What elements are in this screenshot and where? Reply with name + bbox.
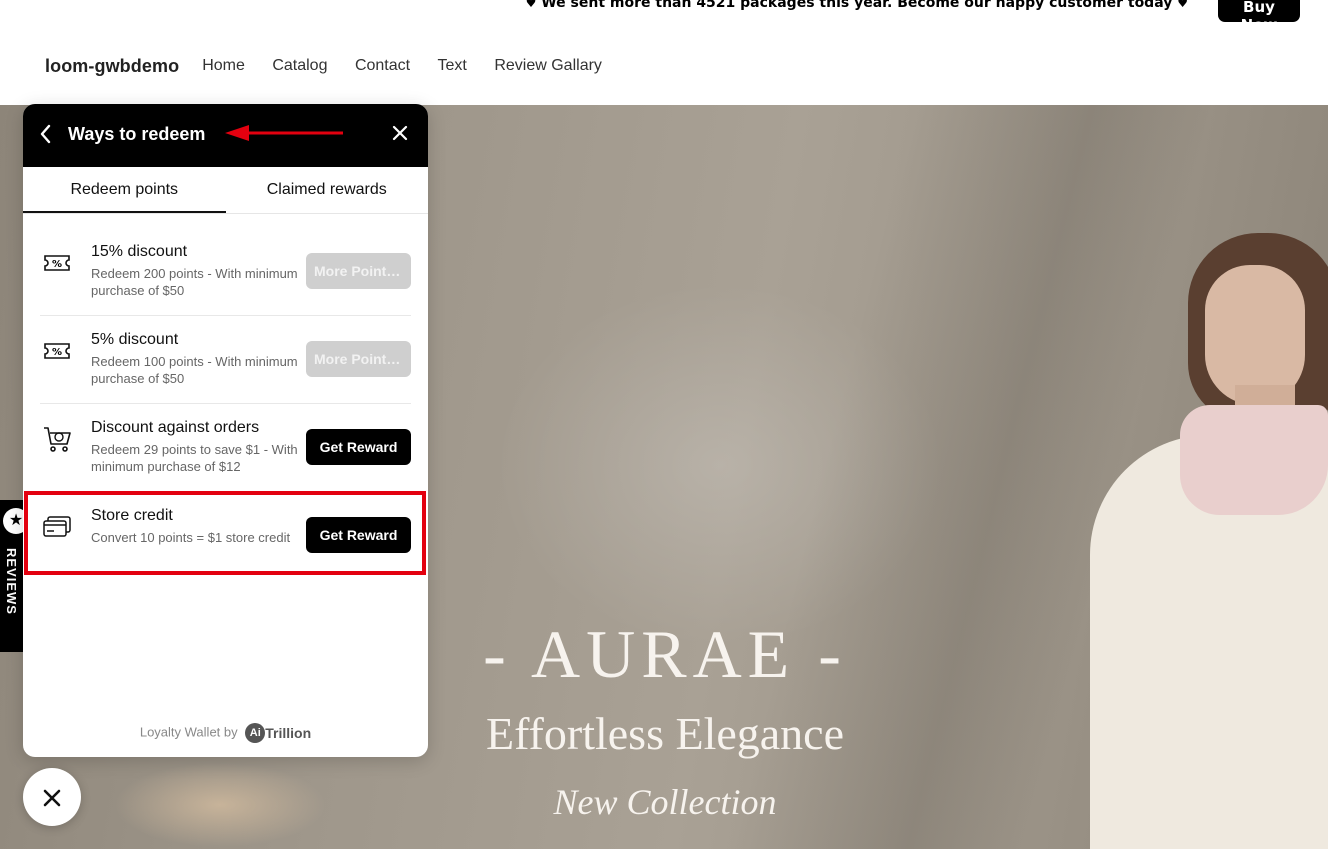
panel-tabs: Redeem points Claimed rewards (23, 167, 428, 214)
annotation-arrow-icon (225, 125, 343, 141)
hero-tagline: Effortless Elegance (485, 708, 845, 759)
panel-header: Ways to redeem (23, 104, 428, 167)
site-header: loom-gwbdemo Home Catalog Contact Text R… (45, 44, 625, 88)
reward-name: Store credit (91, 507, 173, 524)
get-reward-button[interactable]: Get Reward (306, 517, 411, 553)
reward-name: 5% discount (91, 331, 179, 348)
hero-title: - AURAE - (483, 616, 847, 692)
aitrillion-logo-icon: Ai (245, 723, 266, 743)
nav-catalog[interactable]: Catalog (272, 57, 327, 74)
reward-item: Discount against orders Redeem 29 points… (40, 404, 411, 492)
heart-icon: ♥ (1177, 0, 1188, 10)
page: ♥ We sent more than 4521 packages this y… (0, 0, 1328, 849)
reward-description: Redeem 29 points to save $1 - With minim… (91, 442, 298, 474)
announcement-message: We sent more than 4521 packages this yea… (541, 0, 1173, 11)
reward-item: % 5% discount Redeem 100 points - With m… (40, 316, 411, 404)
tab-redeem-points[interactable]: Redeem points (23, 167, 226, 213)
get-reward-button[interactable]: Get Reward (306, 429, 411, 465)
reward-item: % 15% discount Redeem 200 points - With … (40, 228, 411, 316)
aitrillion-logo-text: Trillion (265, 725, 312, 741)
announcement-text: ♥ We sent more than 4521 packages this y… (526, 0, 1188, 11)
brand-logo[interactable]: loom-gwbdemo (45, 56, 179, 77)
reward-name: 15% discount (91, 243, 188, 260)
reward-description: Convert 10 points = $1 store credit (91, 530, 291, 545)
rewards-list: % 15% discount Redeem 200 points - With … (23, 214, 428, 580)
widget-close-launcher[interactable] (23, 768, 81, 826)
svg-text:%: % (52, 347, 62, 358)
reviews-tab-label: REVIEWS (4, 548, 19, 615)
reward-item: Store credit Convert 10 points = $1 stor… (40, 492, 411, 580)
hero-pampas-decoration (60, 745, 380, 849)
close-icon[interactable] (388, 122, 412, 146)
reward-name: Discount against orders (91, 419, 260, 436)
panel-title: Ways to redeem (68, 124, 206, 144)
close-icon (42, 780, 62, 813)
powered-by-text: Loyalty Wallet by (139, 724, 238, 740)
powered-by-footer: Loyalty Wallet by Ai Trillion (23, 723, 428, 743)
hero-subtitle: New Collection (553, 782, 777, 822)
buy-now-button[interactable]: Buy Now (1218, 0, 1300, 34)
credit-card-icon (43, 516, 71, 537)
coupon-percent-icon: % (44, 343, 70, 359)
reviews-side-tab[interactable]: ★ REVIEWS (0, 500, 29, 652)
svg-text:%: % (52, 259, 62, 270)
more-points-button[interactable]: More Points Needed (306, 341, 411, 377)
hero-model-scarf (1180, 405, 1328, 515)
nav-contact[interactable]: Contact (355, 57, 410, 74)
announcement-bar: ♥ We sent more than 4521 packages this y… (0, 0, 1328, 34)
hero-model-face (1205, 265, 1305, 405)
reward-description: Redeem 200 points - With minimum purchas… (91, 266, 298, 298)
more-points-button[interactable]: More Points Needed (306, 253, 411, 289)
reward-description: Redeem 100 points - With minimum purchas… (91, 354, 298, 386)
heart-icon: ♥ (525, 0, 537, 10)
tab-claimed-rewards[interactable]: Claimed rewards (226, 167, 429, 213)
cart-discount-icon (44, 427, 71, 452)
nav-text[interactable]: Text (438, 57, 467, 74)
nav-home[interactable]: Home (202, 57, 245, 74)
main-nav: Home Catalog Contact Text Review Gallary (202, 57, 625, 75)
loyalty-panel: Ways to redeem Redeem points Claimed rew… (23, 104, 428, 757)
coupon-percent-icon: % (44, 255, 70, 271)
back-chevron-icon[interactable] (39, 124, 59, 148)
nav-review-gallery[interactable]: Review Gallary (494, 57, 602, 74)
